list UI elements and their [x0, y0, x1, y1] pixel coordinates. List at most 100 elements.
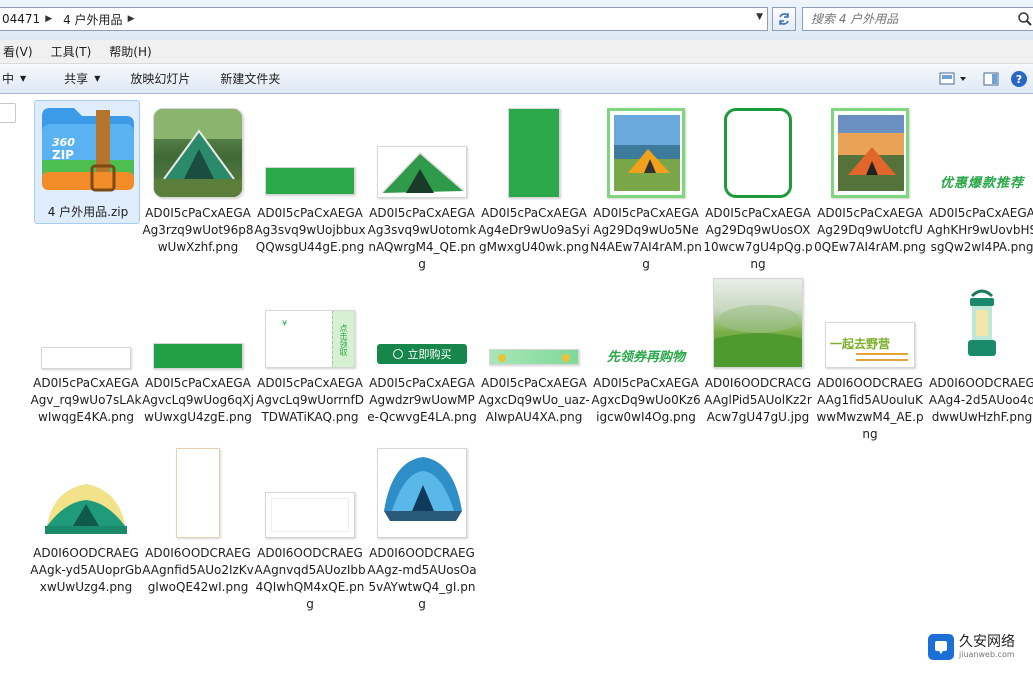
coupon-thumbnail: ¥ 点击领取 — [254, 273, 366, 373]
breadcrumb-chevron-icon[interactable]: ▶ — [128, 14, 135, 24]
view-mode-button[interactable] — [931, 64, 977, 94]
file-name: AD0I5cPaCxAEGAAgwdzr9wUowMPe-QcwvgE4LA.p… — [367, 376, 477, 424]
file-name: AD0I5cPaCxAEGAAg3svq9wUojbbuxQQwsgU44gE.… — [254, 206, 366, 254]
file-item[interactable]: AD0I5cPaCxAEGAAgvcLq9wUog6qXjwUwxgU4zgE.… — [142, 273, 254, 443]
menu-tools[interactable]: 工具(T) — [42, 43, 101, 60]
navigation-pane-edge[interactable] — [0, 103, 16, 123]
file-name: 4 户外用品.zip — [47, 205, 129, 219]
file-item[interactable]: AD0I5cPaCxAEGAAgxcDq9wUo_uaz-AIwpAU4XA.p… — [478, 273, 590, 443]
share-label: 共享 — [64, 72, 89, 86]
file-item[interactable]: AD0I6OODCRAEGAAg4-2d5AUoo4qdwwUwHzhF.png — [926, 273, 1033, 443]
file-name: AD0I5cPaCxAEGAAghKHr9wUovbHSsgQw2wI4PA.p… — [926, 206, 1033, 254]
address-row: 04471 ▶ 4 户外用品 ▶ ▼ — [0, 0, 1033, 40]
address-dropdown-icon[interactable]: ▼ — [756, 12, 763, 22]
file-name: AD0I5cPaCxAEGAAg4eDr9wUo9aSyigMwxgU40wk.… — [478, 206, 590, 254]
green-rectangle-thumbnail — [478, 103, 590, 203]
file-name: AD0I5cPaCxAEGAAg3svq9wUotomknAQwrgM4_QE.… — [367, 206, 477, 271]
search-input[interactable] — [811, 12, 1011, 26]
buy-button-thumbnail: 立即购买 — [366, 273, 478, 373]
file-item[interactable]: 优惠爆款推荐 AD0I5cPaCxAEGAAghKHr9wUovbHSsgQw2… — [926, 103, 1033, 273]
refresh-icon — [779, 13, 789, 25]
file-name: AD0I5cPaCxAEGAAgxcDq9wUo0Kz6igcw0wI4Og.p… — [591, 376, 701, 424]
grass-photo-thumbnail — [702, 273, 814, 373]
preview-pane-icon — [983, 72, 999, 86]
watermark-url: jiuanweb.com — [959, 649, 1015, 659]
file-name: AD0I6OODCRAEGAAg1fid5AUouIuKwwMwzwM4_AE.… — [816, 376, 924, 441]
file-name: AD0I5cPaCxAEGAAgxcDq9wUo_uaz-AIwpAU4XA.p… — [478, 376, 590, 424]
file-name: AD0I5cPaCxAEGAAgvcLq9wUog6qXjwUwxgU4zgE.… — [142, 376, 254, 424]
file-item[interactable]: AD0I5cPaCxAEGAAg4eDr9wUo9aSyigMwxgU40wk.… — [478, 103, 590, 273]
file-name: AD0I5cPaCxAEGAAg29Dq9wUotcfU0QEw7AI4rAM.… — [814, 206, 926, 254]
refresh-button[interactable] — [772, 7, 796, 31]
breadcrumb-chevron-icon[interactable]: ▶ — [45, 14, 52, 24]
share-button[interactable]: 共享 ▼ — [52, 70, 112, 87]
file-item[interactable]: AD0I6OODCRAEGAAgnvqd5AUozIbb4QIwhQM4xQE.… — [254, 443, 366, 613]
file-item[interactable]: AD0I5cPaCxAEGAAg3rzq9wUot96p8wUwXzhf.png — [142, 103, 254, 273]
file-item[interactable]: ¥ 点击领取 AD0I5cPaCxAEGAAgvcLq9wUorrnfDTDWA… — [254, 273, 366, 443]
thumbnail-text: 一起去野营 — [830, 337, 891, 351]
help-icon: ? — [1011, 71, 1027, 87]
svg-text:?: ? — [1016, 73, 1022, 86]
file-name: AD0I5cPaCxAEGAAg29Dq9wUosOX10wcw7gU4pQg.… — [703, 206, 813, 271]
preview-pane-button[interactable] — [977, 64, 1005, 94]
file-item[interactable]: AD0I5cPaCxAEGAAgv_rq9wUo7sLAkwIwqgE4KA.p… — [30, 273, 142, 443]
file-item[interactable]: AD0I6OODCRAEGAAgk-yd5AUoprGbxwUwUzg4.png — [30, 443, 142, 613]
menu-view[interactable]: 看(V) — [0, 43, 42, 60]
file-name: AD0I5cPaCxAEGAAgv_rq9wUo7sLAkwIwqgE4KA.p… — [30, 376, 142, 424]
search-icon[interactable] — [1017, 11, 1033, 27]
file-item[interactable]: AD0I5cPaCxAEGAAg29Dq9wUosOX10wcw7gU4pQg.… — [702, 103, 814, 273]
file-name: AD0I6OODCRAEGAAgnvqd5AUozIbb4QIwhQM4xQE.… — [254, 546, 366, 611]
file-item[interactable]: AD0I5cPaCxAEGAAg3svq9wUotomknAQwrgM4_QE.… — [366, 103, 478, 273]
tall-frame-thumbnail — [142, 443, 254, 543]
file-item-zip[interactable]: 360 ZIP 4 户外用品.zip — [34, 100, 148, 272]
view-icon — [939, 72, 966, 85]
file-item[interactable]: 立即购买 AD0I5cPaCxAEGAAgwdzr9wUowMPe-QcwvgE… — [366, 273, 478, 443]
tent-lake-photo-thumbnail — [590, 103, 702, 203]
organize-label: 中 — [2, 72, 15, 86]
green-tent-thumbnail — [366, 103, 478, 203]
chevron-down-icon: ▼ — [94, 74, 101, 83]
file-item[interactable]: AD0I5cPaCxAEGAAg29Dq9wUotcfU0QEw7AI4rAM.… — [814, 103, 926, 273]
file-name: AD0I5cPaCxAEGAAgvcLq9wUorrnfDTDWATiKAQ.p… — [256, 376, 364, 424]
menu-help[interactable]: 帮助(H) — [100, 43, 160, 60]
file-item[interactable]: AD0I6OODCRACGAAglPid5AUolKz2rAcw7gU47gU.… — [702, 273, 814, 443]
green-frame-thumbnail — [702, 103, 814, 203]
command-bar: 中 ▼ 共享 ▼ 放映幻灯片 新建文件夹 ? — [0, 64, 1033, 94]
watermark-text: 久安网络 — [959, 633, 1015, 650]
breadcrumb-current[interactable]: 4 户外用品 — [58, 11, 127, 28]
file-item[interactable]: 一起去野营 AD0I6OODCRAEGAAg1fid5AUouIuKwwMwzw… — [814, 273, 926, 443]
thumbnail-text: 优惠爆款推荐 — [939, 176, 1024, 191]
search-box[interactable] — [802, 7, 1033, 31]
help-button[interactable]: ? — [1005, 64, 1033, 94]
blue-tent-thumbnail — [366, 443, 478, 543]
file-item[interactable]: AD0I6OODCRAEGAAgz-md5AUosOa5vAYwtwQ4_gI.… — [366, 443, 478, 613]
thin-bar-thumbnail — [30, 273, 142, 373]
file-name: AD0I5cPaCxAEGAAg3rzq9wUot96p8wUwXzhf.png — [142, 206, 254, 254]
coupon-text-thumbnail: 先领券再购物 — [590, 273, 702, 373]
chevron-down-icon: ▼ — [20, 74, 27, 83]
file-name: AD0I6OODCRAEGAAg4-2d5AUoo4qdwwUwHzhF.png — [928, 376, 1033, 424]
zip-archive-icon: 360 ZIP — [36, 102, 140, 202]
menu-bar: 看(V) 工具(T) 帮助(H) — [0, 40, 1033, 64]
file-name: AD0I6OODCRAEGAAgnfid5AUo2IzKvgIwoQE42wI.… — [142, 546, 254, 594]
file-item[interactable]: AD0I5cPaCxAEGAAg3svq9wUojbbuxQQwsgU44gE.… — [254, 103, 366, 273]
file-item[interactable]: AD0I5cPaCxAEGAAg29Dq9wUo5NeN4AEw7AI4rAM.… — [590, 103, 702, 273]
watermark: 久安网络 jiuanweb.com — [928, 634, 1015, 660]
breadcrumb-parent[interactable]: 04471 — [0, 12, 45, 26]
tent-photo-thumbnail — [142, 103, 254, 203]
file-item[interactable]: 先领券再购物 AD0I5cPaCxAEGAAgxcDq9wUo0Kz6igcw0… — [590, 273, 702, 443]
new-folder-button[interactable]: 新建文件夹 — [208, 70, 292, 87]
yellow-tent-thumbnail — [30, 443, 142, 543]
organize-button[interactable]: 中 ▼ — [0, 70, 38, 87]
slideshow-button[interactable]: 放映幻灯片 — [118, 70, 202, 87]
file-list: 360 ZIP 4 户外用品.zip AD0I5cPaCxAEGAAg3rzq9… — [0, 95, 1033, 674]
address-bar[interactable]: 04471 ▶ 4 户外用品 ▶ ▼ — [0, 7, 768, 31]
white-panel-thumbnail — [254, 443, 366, 543]
thumbnail-text: 点击领取 — [332, 311, 354, 367]
slideshow-label: 放映幻灯片 — [130, 72, 191, 86]
green-bar-dark-thumbnail — [142, 273, 254, 373]
promo-text-thumbnail: 优惠爆款推荐 — [926, 103, 1033, 203]
new-folder-label: 新建文件夹 — [220, 72, 281, 86]
file-item[interactable]: AD0I6OODCRAEGAAgnfid5AUo2IzKvgIwoQE42wI.… — [142, 443, 254, 613]
tent-sunset-photo-thumbnail — [814, 103, 926, 203]
